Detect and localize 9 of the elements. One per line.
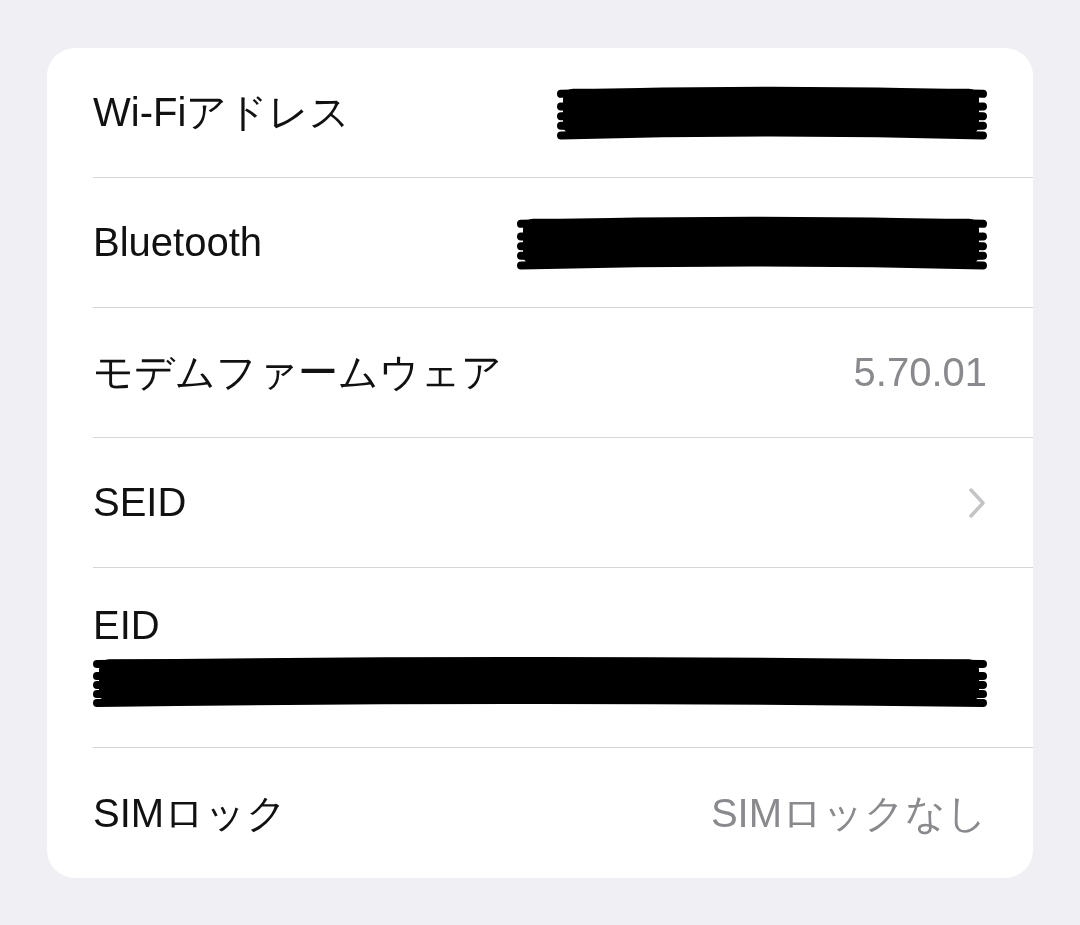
- row-value: 5.70.01: [853, 350, 987, 395]
- row-label: Wi-Fiアドレス: [93, 89, 351, 136]
- row-label: Bluetooth: [93, 220, 263, 265]
- row-label: SEID: [93, 480, 187, 525]
- row-value: SIMロックなし: [710, 789, 987, 837]
- row-label: EID: [93, 603, 160, 648]
- row-label: SIMロック: [93, 789, 288, 837]
- chevron-right-icon[interactable]: [967, 486, 987, 519]
- row-label: モデムファームウェア: [93, 349, 502, 396]
